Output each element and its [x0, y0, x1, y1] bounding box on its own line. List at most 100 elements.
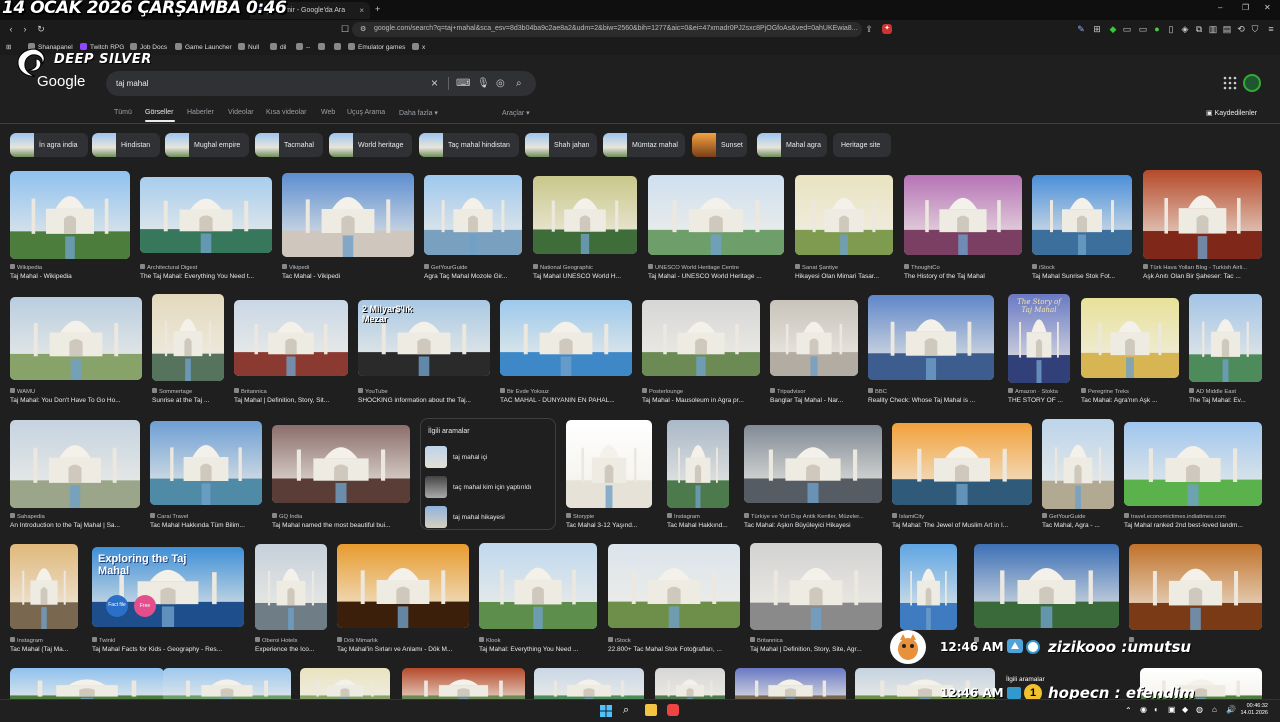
extension-8-icon[interactable]: ◈: [1180, 24, 1190, 34]
result-title[interactable]: SHOCKING information about the Taj...: [358, 397, 490, 404]
voice-search-icon[interactable]: 🎙: [477, 78, 490, 89]
saved-button[interactable]: ▣ Kaydedilenler: [1206, 109, 1257, 117]
result-title[interactable]: Taj Mahal Sunrise Stok Fot...: [1032, 273, 1132, 280]
tray-app-1-icon[interactable]: ◉: [1140, 705, 1147, 714]
result-title[interactable]: Taj Mahal: The Jewel of Muslim Art in I.…: [892, 522, 1032, 529]
extension-4-icon[interactable]: ▭: [1122, 24, 1132, 34]
tray-app-2-icon[interactable]: ◐: [1154, 705, 1159, 714]
keyboard-icon[interactable]: ⌨: [456, 78, 470, 89]
result-thumbnail[interactable]: [1124, 422, 1262, 506]
result-thumbnail[interactable]: [424, 175, 522, 255]
search-box[interactable]: taj mahal × ⌨ 🎙 ◎ ⌕: [106, 71, 536, 96]
result-title[interactable]: Taj Mahal: You Don't Have To Go Ho...: [10, 397, 142, 404]
result-title[interactable]: Banglar Taj Mahal - Nar...: [770, 397, 858, 404]
result-title[interactable]: Tac Mahal Hakkınd...: [667, 522, 729, 529]
filter-chip[interactable]: Mughal empire: [165, 133, 249, 157]
result-title[interactable]: The History of the Taj Mahal: [904, 273, 1022, 280]
result-thumbnail[interactable]: [255, 544, 327, 630]
reload-icon[interactable]: ↻: [36, 24, 46, 34]
result-thumbnail[interactable]: [892, 423, 1032, 505]
back-icon[interactable]: ‹: [6, 24, 16, 34]
bookmark-x[interactable]: x: [412, 43, 425, 51]
filter-chip[interactable]: Taç mahal hindistan: [419, 133, 519, 157]
result-thumbnail[interactable]: [479, 543, 597, 629]
search-icon[interactable]: ⌕: [516, 78, 522, 89]
minimize-icon[interactable]: –: [1218, 3, 1222, 12]
bookmark-null[interactable]: Null: [238, 43, 259, 51]
brave-browser-icon[interactable]: [667, 704, 679, 716]
result-thumbnail[interactable]: [234, 300, 348, 376]
result-title[interactable]: Taj Mahal | Definition, Story, Sit...: [234, 397, 348, 404]
tools-button[interactable]: Araçlar ▾: [502, 109, 530, 117]
result-title[interactable]: THE STORY OF ...: [1008, 397, 1070, 404]
bookmark-blank-2[interactable]: [334, 43, 344, 51]
result-thumbnail[interactable]: [608, 544, 740, 628]
reading-list-icon[interactable]: ▤: [1222, 24, 1232, 34]
start-icon[interactable]: [600, 704, 612, 717]
tab-short-videos[interactable]: Kısa videolar: [266, 109, 306, 116]
extension-6-icon[interactable]: ●: [1152, 24, 1162, 34]
result-title[interactable]: Experience the Ico...: [255, 646, 327, 653]
filter-chip[interactable]: Heritage site: [833, 133, 891, 157]
result-thumbnail[interactable]: [10, 544, 78, 629]
file-explorer-icon[interactable]: [645, 704, 657, 716]
filter-chip[interactable]: Mahal agra: [757, 133, 827, 157]
bookmark-job-docs[interactable]: Job Docs: [130, 43, 167, 51]
tray-app-5-icon[interactable]: ◍: [1196, 705, 1203, 714]
filter-chip[interactable]: Tacmahal: [255, 133, 323, 157]
maximize-icon[interactable]: ❐: [1242, 3, 1249, 12]
result-title[interactable]: Taj Mahal | Definition, Story, Site, Agr…: [750, 646, 882, 653]
related-item[interactable]: taj mahal hikayesi: [425, 506, 553, 528]
system-clock[interactable]: 00:46:32 14.01.2026: [1240, 703, 1268, 717]
close-window-icon[interactable]: ✕: [1264, 3, 1271, 12]
result-title[interactable]: Tac Mahal 3-12 Yaşınd...: [566, 522, 652, 529]
result-thumbnail[interactable]: [1129, 544, 1262, 630]
vpn-icon[interactable]: ⛉: [1250, 24, 1260, 34]
result-thumbnail[interactable]: [648, 175, 784, 255]
filter-chip[interactable]: Hindistan: [92, 133, 160, 157]
result-title[interactable]: Taj Mahal - Wikipedia: [10, 273, 130, 280]
result-thumbnail[interactable]: [868, 295, 994, 380]
result-thumbnail[interactable]: [974, 544, 1119, 628]
tab-images[interactable]: Görseller: [145, 109, 173, 116]
filter-chip[interactable]: World heritage: [329, 133, 412, 157]
result-thumbnail[interactable]: [500, 300, 632, 376]
result-title[interactable]: Tac Mahal: Aşkın Büyüleyici Hikayesi: [744, 522, 882, 529]
bookmark-blank-1[interactable]: [318, 43, 328, 51]
related-item[interactable]: taj mahal içi: [425, 446, 553, 468]
tab-news[interactable]: Haberler: [187, 109, 214, 116]
result-thumbnail[interactable]: The Story of Taj Mahal: [1008, 294, 1070, 383]
result-title[interactable]: Taj Mahal ranked 2nd best-loved landm...: [1124, 522, 1262, 529]
result-thumbnail[interactable]: [744, 425, 882, 503]
search-input[interactable]: taj mahal: [116, 79, 148, 88]
result-title[interactable]: The Taj Mahal: Everything You Need t...: [140, 273, 272, 280]
result-thumbnail[interactable]: [152, 294, 224, 381]
search-taskbar-icon[interactable]: ⌕: [623, 704, 635, 716]
result-title[interactable]: Aşk Anıtı Olan Bir Şaheser: Tac ...: [1143, 273, 1262, 280]
extension-7-icon[interactable]: ▯: [1166, 24, 1176, 34]
extension-2-icon[interactable]: ⊞: [1092, 24, 1102, 34]
result-title[interactable]: Taj Mahal named the most beautiful bui..…: [272, 522, 410, 529]
result-thumbnail[interactable]: [337, 544, 469, 628]
result-title[interactable]: Tac Mahal (Taj Ma...: [10, 646, 78, 653]
result-title[interactable]: Taj Mahal - UNESCO World Heritage ...: [648, 273, 784, 280]
result-title[interactable]: Tac Mahal - Vikipedi: [282, 273, 414, 280]
bookmark-game-launcher[interactable]: Game Launcher: [175, 43, 232, 51]
result-title[interactable]: 22.800+ Tac Mahal Stok Fotoğrafları, ...: [608, 646, 740, 653]
network-icon[interactable]: ⌂: [1212, 705, 1217, 714]
related-item[interactable]: taç mahal kim için yaptırıldı: [425, 476, 553, 498]
filter-chip[interactable]: Mümtaz mahal: [603, 133, 685, 157]
new-tab-button[interactable]: +: [375, 4, 380, 14]
tab-all[interactable]: Tümü: [114, 109, 132, 116]
result-thumbnail[interactable]: [10, 297, 142, 380]
result-thumbnail[interactable]: [10, 171, 130, 259]
apps-grid-icon[interactable]: [1222, 75, 1238, 91]
result-title[interactable]: Taç Mahal'in Sırları ve Anlamı - Dök M..…: [337, 646, 469, 653]
result-thumbnail[interactable]: [1042, 419, 1114, 509]
result-title[interactable]: Agra Taç Mahal Mozole Gir...: [424, 273, 522, 280]
tray-app-3-icon[interactable]: ▣: [1168, 705, 1176, 714]
result-title[interactable]: TAC MAHAL - DÜNYANIN EN PAHAL...: [500, 397, 632, 404]
result-thumbnail[interactable]: [282, 173, 414, 257]
result-thumbnail[interactable]: [1143, 170, 1262, 259]
result-title[interactable]: Taj Mahal - Mausoleum in Agra pr...: [642, 397, 760, 404]
